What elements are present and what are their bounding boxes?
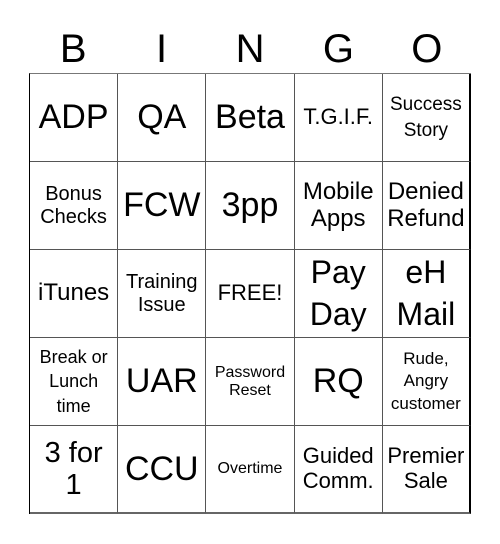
cell-label: Success Story bbox=[389, 93, 462, 141]
bingo-cell[interactable]: iTunes bbox=[30, 250, 119, 338]
bingo-cell[interactable]: Bonus Checks bbox=[30, 162, 119, 250]
bingo-header: B I N G O bbox=[29, 26, 471, 72]
bingo-cell[interactable]: eH Mail bbox=[382, 250, 471, 338]
bingo-cell[interactable]: Denied Refund bbox=[382, 162, 471, 250]
cell-label: CCU bbox=[124, 449, 199, 488]
bingo-cell[interactable]: CCU bbox=[118, 426, 207, 514]
bingo-cell[interactable]: T.G.I.F. bbox=[294, 74, 383, 162]
cell-label: Mobile Apps bbox=[302, 177, 374, 232]
header-letter-o: O bbox=[411, 27, 443, 71]
bingo-cell[interactable]: QA bbox=[118, 74, 207, 162]
bingo-cell[interactable]: Beta bbox=[206, 74, 295, 162]
cell-label: Premier Sale bbox=[387, 443, 465, 493]
bingo-cell[interactable]: FCW bbox=[118, 162, 207, 250]
bingo-cell[interactable]: ADP bbox=[30, 74, 119, 162]
header-letter-i: I bbox=[156, 27, 168, 71]
cell-label: QA bbox=[137, 98, 187, 137]
cell-label: ADP bbox=[38, 98, 109, 137]
cell-label: eH Mail bbox=[396, 253, 456, 332]
cell-label: Training Issue bbox=[126, 271, 198, 316]
bingo-cell[interactable]: Pay Day bbox=[294, 250, 383, 338]
cell-label: Denied Refund bbox=[387, 177, 465, 232]
bingo-cell-free[interactable]: FREE! bbox=[206, 250, 295, 338]
cell-label: UAR bbox=[125, 362, 198, 401]
cell-label: Pay Day bbox=[309, 253, 367, 332]
header-letter-n: N bbox=[235, 27, 265, 71]
header-letter-b: B bbox=[59, 27, 87, 71]
bingo-cell[interactable]: 3pp bbox=[206, 162, 295, 250]
bingo-cell[interactable]: Premier Sale bbox=[382, 426, 471, 514]
bingo-grid: ADP QA Beta T.G.I.F. Success Story Bonus… bbox=[29, 73, 471, 514]
cell-label: 3 for 1 bbox=[44, 436, 103, 501]
cell-label: 3pp bbox=[221, 186, 279, 225]
cell-label: RQ bbox=[312, 362, 364, 401]
cell-label: Beta bbox=[215, 98, 285, 137]
bingo-cell[interactable]: RQ bbox=[294, 338, 383, 426]
header-letter-g: G bbox=[322, 27, 354, 71]
bingo-cell[interactable]: Mobile Apps bbox=[294, 162, 383, 250]
cell-label: Password Reset bbox=[214, 363, 286, 399]
cell-label: iTunes bbox=[38, 279, 110, 307]
bingo-cell[interactable]: Rude, Angry customer bbox=[382, 338, 471, 426]
bingo-cell[interactable]: UAR bbox=[118, 338, 207, 426]
cell-label: FREE! bbox=[217, 280, 283, 306]
cell-label: Guided Comm. bbox=[302, 443, 374, 493]
cell-label: Overtime bbox=[217, 460, 283, 478]
cell-label: Rude, Angry customer bbox=[390, 349, 461, 413]
bingo-cell[interactable]: 3 for 1 bbox=[30, 426, 119, 514]
bingo-cell[interactable]: Guided Comm. bbox=[294, 426, 383, 514]
cell-label: Bonus Checks bbox=[40, 183, 107, 228]
bingo-cell[interactable]: Overtime bbox=[206, 426, 295, 514]
bingo-cell[interactable]: Password Reset bbox=[206, 338, 295, 426]
cell-label: FCW bbox=[123, 186, 201, 225]
bingo-cell[interactable]: Break or Lunch time bbox=[30, 338, 119, 426]
cell-label: T.G.I.F. bbox=[303, 104, 374, 130]
bingo-cell[interactable]: Training Issue bbox=[118, 250, 207, 338]
bingo-cell[interactable]: Success Story bbox=[382, 74, 471, 162]
cell-label: Break or Lunch time bbox=[39, 347, 108, 416]
